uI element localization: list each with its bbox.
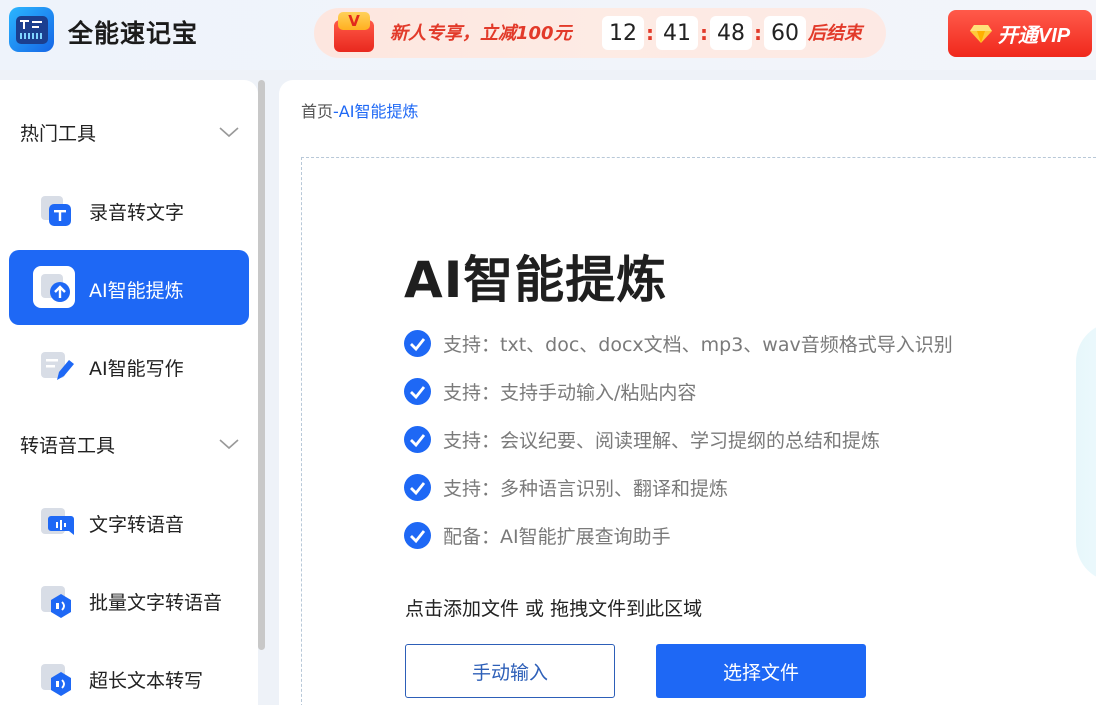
group-title: 转语音工具 (20, 434, 116, 457)
sidebar-item-ai-extract[interactable]: AI智能提炼 (9, 250, 249, 325)
drop-hint: 点击添加文件 或 拖拽文件到此区域 (405, 598, 703, 620)
sidebar-item-label: 录音转文字 (89, 202, 185, 224)
timer-hours: 12 (602, 16, 644, 50)
chevron-down-icon (219, 127, 239, 138)
sidebar-item-long-text[interactable]: 超长文本转写 (9, 640, 249, 705)
feature-text: 配备：AI智能扩展查询助手 (443, 525, 671, 548)
sidebar-item-label: AI智能写作 (89, 358, 184, 380)
sidebar-group-hot-tools[interactable]: 热门工具 (20, 117, 240, 147)
sidebar-item-transcribe[interactable]: 录音转文字 (9, 172, 249, 247)
group-title: 热门工具 (20, 122, 97, 145)
feature-item: 支持：多种语言识别、翻译和提炼 (404, 473, 728, 501)
feature-item: 支持：txt、doc、docx文档、mp3、wav音频格式导入识别 (404, 329, 953, 357)
timer-separator: : (700, 21, 708, 45)
sidebar-item-ai-writing[interactable]: AI智能写作 (9, 328, 249, 403)
breadcrumb-current: AI智能提炼 (338, 102, 419, 121)
decorative-shape (1076, 322, 1096, 582)
upload-icon (33, 266, 75, 308)
speaker-icon (41, 586, 71, 618)
app-logo-icon (9, 7, 54, 52)
sidebar-item-label: 批量文字转语音 (89, 592, 223, 614)
audio-wave-icon (41, 508, 74, 535)
promo-text: 新人专享，立减100元 (390, 23, 572, 44)
countdown-timer: 12 : 41 : 48 : 60 (602, 16, 806, 50)
feature-item: 支持：会议纪要、阅读理解、学习提纲的总结和提炼 (404, 425, 880, 453)
sidebar-item-label: AI智能提炼 (89, 280, 184, 302)
transcribe-icon (41, 196, 71, 226)
promo-banner[interactable]: V 新人专享，立减100元 12 : 41 : 48 : 60 后结束 (314, 8, 886, 58)
chevron-down-icon (219, 439, 239, 450)
diamond-icon (969, 24, 992, 44)
breadcrumb-home[interactable]: 首页 (301, 102, 333, 121)
sidebar-group-tts-tools[interactable]: 转语音工具 (20, 429, 240, 459)
feature-text: 支持：txt、doc、docx文档、mp3、wav音频格式导入识别 (443, 333, 953, 356)
pen-icon (41, 352, 74, 380)
feature-item: 配备：AI智能扩展查询助手 (404, 521, 671, 549)
gift-bag-icon: V (330, 10, 378, 54)
feature-text: 支持：支持手动输入/粘贴内容 (443, 381, 697, 404)
breadcrumb: 首页-AI智能提炼 (301, 98, 418, 122)
timer-separator: : (754, 21, 762, 45)
check-circle-icon (404, 329, 431, 357)
speaker-icon (41, 664, 71, 696)
manual-input-button[interactable]: 手动输入 (405, 644, 615, 698)
check-circle-icon (404, 473, 431, 501)
sidebar-item-label: 文字转语音 (89, 514, 185, 536)
timer-minutes: 41 (656, 16, 698, 50)
open-vip-button[interactable]: 开通VIP (948, 10, 1092, 57)
app-header: 全能速记宝 V 新人专享，立减100元 12 : 41 : 48 : 60 后结… (0, 0, 1096, 70)
feature-text: 支持：多种语言识别、翻译和提炼 (443, 477, 729, 500)
feature-text: 支持：会议纪要、阅读理解、学习提纲的总结和提炼 (443, 429, 881, 452)
timer-separator: : (646, 21, 654, 45)
page-title: AI智能提炼 (404, 251, 668, 309)
sidebar-item-label: 超长文本转写 (89, 670, 204, 692)
timer-centiseconds: 60 (764, 16, 806, 50)
sidebar-scrollbar[interactable] (258, 80, 265, 650)
choose-file-button[interactable]: 选择文件 (656, 644, 866, 698)
promo-suffix: 后结束 (808, 23, 862, 44)
check-circle-icon (404, 377, 431, 405)
sidebar-item-batch-tts[interactable]: 批量文字转语音 (9, 562, 249, 637)
promo-badge: V (338, 12, 370, 30)
check-circle-icon (404, 425, 431, 453)
timer-seconds: 48 (710, 16, 752, 50)
app-title: 全能速记宝 (68, 19, 199, 48)
check-circle-icon (404, 521, 431, 549)
vip-button-label: 开通VIP (997, 25, 1071, 47)
sidebar-item-text-to-speech[interactable]: 文字转语音 (9, 484, 249, 559)
feature-item: 支持：支持手动输入/粘贴内容 (404, 377, 696, 405)
